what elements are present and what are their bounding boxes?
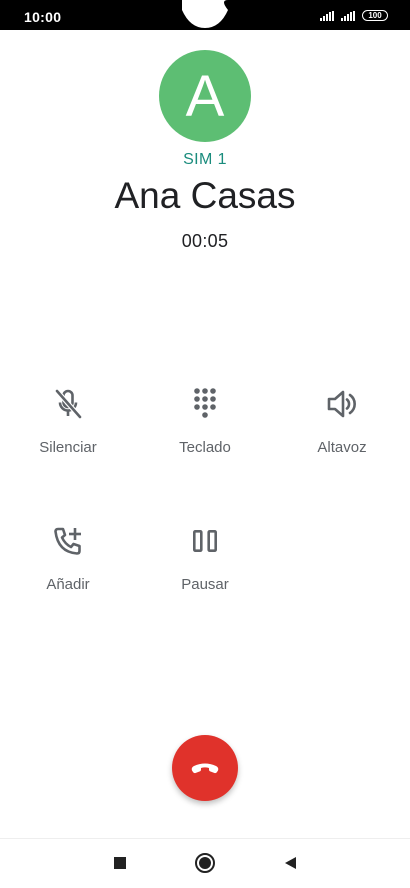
mute-label: Silenciar <box>39 439 97 456</box>
dialpad-label: Teclado <box>179 439 231 456</box>
back-button[interactable] <box>278 851 302 875</box>
signal-icon <box>341 10 355 21</box>
home-button[interactable] <box>193 851 217 875</box>
speaker-label: Altavoz <box>317 439 367 456</box>
navigation-bar <box>0 838 410 888</box>
add-call-button[interactable]: Añadir <box>13 523 123 593</box>
home-circle-icon <box>195 853 215 873</box>
status-time: 10:00 <box>24 9 62 25</box>
status-icons: 100 <box>320 10 388 21</box>
mic-off-icon <box>55 389 82 419</box>
hold-button[interactable]: Pausar <box>150 523 260 593</box>
recents-button[interactable] <box>108 851 132 875</box>
call-screen: 10:00 100 A SIM 1 Ana Casas 00:05 Silenc… <box>0 0 410 888</box>
call-timer: 00:05 <box>181 231 229 251</box>
battery-icon: 100 <box>362 10 388 21</box>
speaker-icon <box>327 390 356 418</box>
add-call-icon <box>54 527 81 555</box>
speaker-button[interactable]: Altavoz <box>287 386 397 456</box>
pause-icon <box>192 529 218 552</box>
caller-name: Ana Casas <box>114 175 296 216</box>
status-bar: 10:00 100 <box>0 0 410 30</box>
dialpad-button[interactable]: Teclado <box>150 386 260 456</box>
mute-button[interactable]: Silenciar <box>13 386 123 456</box>
caller-avatar: A <box>159 50 251 142</box>
back-triangle-icon <box>285 857 296 869</box>
recents-square-icon <box>114 857 126 869</box>
signal-icon <box>320 10 334 21</box>
end-call-icon <box>191 763 219 774</box>
hold-label: Pausar <box>181 576 229 593</box>
add-call-label: Añadir <box>46 576 90 593</box>
sim-label: SIM 1 <box>183 151 227 168</box>
dialpad-icon <box>194 388 216 418</box>
end-call-button[interactable] <box>172 735 238 801</box>
